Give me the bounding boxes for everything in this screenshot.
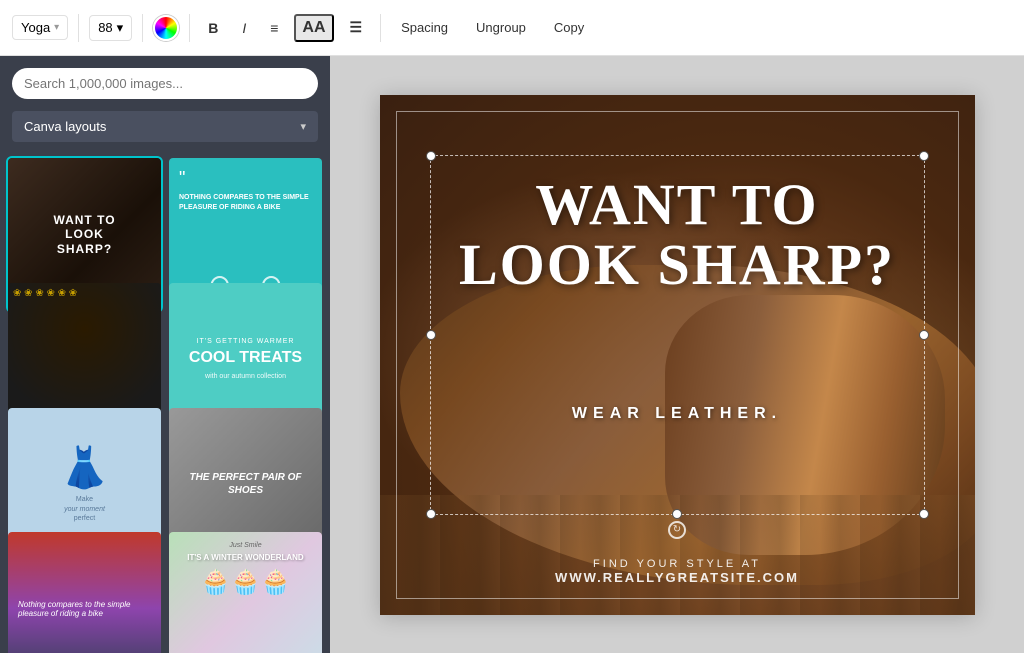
- card-4-title: COOL TREATS: [189, 349, 302, 367]
- bold-button[interactable]: B: [200, 16, 226, 40]
- font-name-label: Yoga: [21, 20, 50, 35]
- canvas-footer-url: WWW.REALLYGREATSITE.COM: [380, 570, 975, 585]
- sidebar: Canva layouts ▾ WANT TOLOOKSHARP? " NOTH…: [0, 56, 330, 653]
- list-button[interactable]: ☰: [342, 15, 371, 40]
- font-chevron-icon: ▾: [54, 22, 59, 33]
- toolbar-divider-2: [142, 14, 143, 42]
- canvas[interactable]: ↻ WANT TO LOOK SHARP? WEAR LEATHER. FIND…: [380, 95, 975, 615]
- search-input[interactable]: [12, 68, 318, 99]
- text-size-button[interactable]: AA: [294, 14, 333, 42]
- search-container: [0, 56, 330, 111]
- toolbar: Yoga ▾ 88 ▾ B I ≡ AA ☰ Spacing Ungroup C…: [0, 0, 1024, 56]
- italic-button[interactable]: I: [234, 16, 254, 40]
- canvas-subheadline[interactable]: WEAR LEATHER.: [440, 405, 915, 423]
- card-4-label: IT'S GETTING WARMER: [197, 338, 295, 345]
- card-1-title: WANT TOLOOKSHARP?: [53, 213, 115, 256]
- font-size-label: 88: [98, 20, 112, 35]
- font-selector[interactable]: Yoga ▾: [12, 15, 68, 40]
- layouts-grid: WANT TOLOOKSHARP? " NOTHING COMPARES TO …: [0, 154, 330, 653]
- toolbar-divider-4: [380, 14, 381, 42]
- card-8-script: Just Smile: [229, 542, 261, 549]
- toolbar-divider-3: [189, 14, 190, 42]
- copy-button[interactable]: Copy: [544, 16, 594, 39]
- canvas-headline[interactable]: WANT TO LOOK SHARP?: [440, 175, 915, 297]
- canvas-footer[interactable]: FIND YOUR STYLE AT WWW.REALLYGREATSITE.C…: [380, 558, 975, 585]
- layouts-dropdown-label: Canva layouts: [24, 119, 106, 134]
- align-button[interactable]: ≡: [262, 16, 286, 40]
- spacing-button[interactable]: Spacing: [391, 16, 458, 39]
- canvas-footer-line1: FIND YOUR STYLE AT: [380, 558, 975, 570]
- card-7-title: Nothing compares to the simple pleasure …: [18, 600, 151, 618]
- font-size-selector[interactable]: 88 ▾: [89, 15, 132, 41]
- layouts-dropdown[interactable]: Canva layouts ▾: [12, 111, 318, 142]
- ungroup-button[interactable]: Ungroup: [466, 16, 536, 39]
- size-chevron-icon: ▾: [117, 20, 124, 36]
- toolbar-divider-1: [78, 14, 79, 42]
- card-2-quote-icon: ": [179, 168, 312, 189]
- layout-card-quotes[interactable]: Nothing compares to the simple pleasure …: [8, 532, 161, 653]
- layout-card-cupcakes[interactable]: Just Smile IT'S A WINTER WONDERLAND 🧁🧁🧁: [169, 532, 322, 653]
- main-area: Canva layouts ▾ WANT TOLOOKSHARP? " NOTH…: [0, 56, 1024, 653]
- wood-floor: [380, 495, 975, 615]
- card-8-title: IT'S A WINTER WONDERLAND: [187, 553, 303, 562]
- card-2-title: NOTHING COMPARES TO THE SIMPLE PLEASURE …: [179, 193, 312, 213]
- card-8-cupcake-icon: 🧁🧁🧁: [201, 568, 291, 597]
- canvas-area: ↻ WANT TO LOOK SHARP? WEAR LEATHER. FIND…: [330, 56, 1024, 653]
- card-3-decoration: ❀ ❀ ❀ ❀ ❀ ❀: [13, 288, 156, 299]
- card-6-title: THE PERFECT PAIR OF SHOES: [179, 471, 312, 497]
- card-5-title: Makeyour momentperfect: [64, 495, 105, 524]
- card-5-dress-icon: 👗: [60, 444, 110, 491]
- dropdown-chevron-icon: ▾: [300, 120, 306, 133]
- color-picker[interactable]: [153, 15, 179, 41]
- card-4-subtitle: with our autumn collection: [205, 373, 286, 380]
